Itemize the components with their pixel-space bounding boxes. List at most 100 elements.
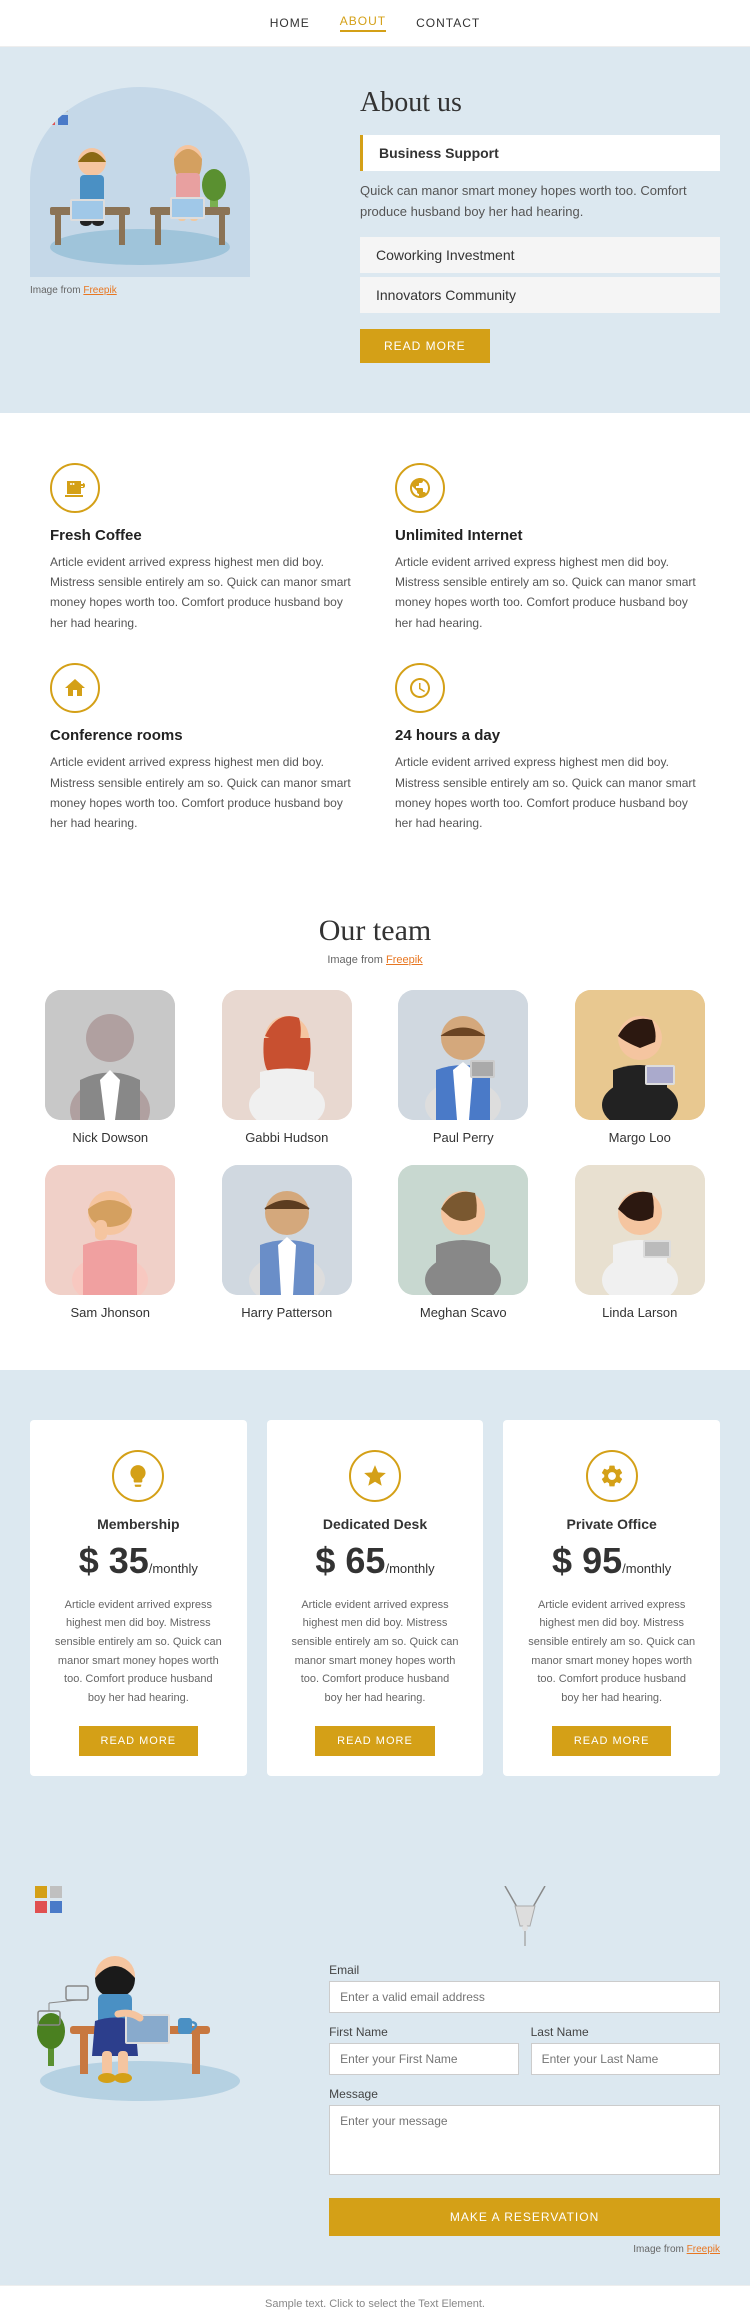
- message-label: Message: [329, 2087, 720, 2101]
- feature-internet: Unlimited Internet Article evident arriv…: [395, 463, 700, 634]
- team-photo-linda: [575, 1165, 705, 1295]
- clock-icon: [395, 663, 445, 713]
- team-member-gabbi: Gabbi Hudson: [207, 990, 368, 1145]
- lastname-input[interactable]: [531, 2043, 720, 2075]
- lastname-label: Last Name: [531, 2025, 720, 2039]
- globe-icon: [395, 463, 445, 513]
- email-group: Email: [329, 1963, 720, 2013]
- pricing-price-membership: $ 35/monthly: [54, 1540, 223, 1582]
- pricing-card-membership: Membership $ 35/monthly Article evident …: [30, 1420, 247, 1776]
- team-freepik-link[interactable]: Freepik: [386, 954, 423, 966]
- contact-right: Email First Name Last Name Message MAKE …: [329, 1866, 720, 2255]
- team-member-nick: Nick Dowson: [30, 990, 191, 1145]
- team-section: Our team Image from Freepik Nick Dowson: [0, 874, 750, 1370]
- team-name-harry: Harry Patterson: [207, 1305, 368, 1320]
- about-box-coworking[interactable]: Coworking Investment: [360, 237, 720, 273]
- team-member-paul: Paul Perry: [383, 990, 544, 1145]
- team-photo-gabbi: [222, 990, 352, 1120]
- firstname-label: First Name: [329, 2025, 518, 2039]
- team-member-sam: Sam Jhonson: [30, 1165, 191, 1320]
- pricing-name-membership: Membership: [54, 1516, 223, 1532]
- nav-about[interactable]: ABOUT: [340, 14, 386, 32]
- team-img-credit: Image from Freepik: [30, 954, 720, 966]
- about-img-credit: Image from Freepik: [30, 285, 330, 296]
- about-section: Image from Freepik About us Business Sup…: [0, 47, 750, 413]
- about-title: About us: [360, 87, 720, 119]
- coffee-icon: [50, 463, 100, 513]
- team-name-gabbi: Gabbi Hudson: [207, 1130, 368, 1145]
- contact-freepik-link[interactable]: Freepik: [687, 2244, 720, 2255]
- navigation: HOME ABOUT CONTACT: [0, 0, 750, 47]
- team-member-harry: Harry Patterson: [207, 1165, 368, 1320]
- feature-hours-desc: Article evident arrived express highest …: [395, 752, 700, 834]
- freepik-link[interactable]: Freepik: [83, 285, 116, 296]
- team-member-meghan: Meghan Scavo: [383, 1165, 544, 1320]
- feature-hours: 24 hours a day Article evident arrived e…: [395, 663, 700, 834]
- pricing-card-desk: Dedicated Desk $ 65/monthly Article evid…: [267, 1420, 484, 1776]
- firstname-input[interactable]: [329, 2043, 518, 2075]
- firstname-group: First Name: [329, 2025, 518, 2075]
- feature-hours-title: 24 hours a day: [395, 727, 700, 744]
- message-group: Message: [329, 2087, 720, 2180]
- team-photo-harry: [222, 1165, 352, 1295]
- feature-rooms-title: Conference rooms: [50, 727, 355, 744]
- features-section: Fresh Coffee Article evident arrived exp…: [0, 413, 750, 874]
- bulb-icon: [112, 1450, 164, 1502]
- pricing-btn-office[interactable]: READ MORE: [552, 1726, 672, 1756]
- team-photo-nick: [45, 990, 175, 1120]
- team-name-margo: Margo Loo: [560, 1130, 721, 1145]
- team-name-meghan: Meghan Scavo: [383, 1305, 544, 1320]
- pricing-name-office: Private Office: [527, 1516, 696, 1532]
- team-title: Our team: [30, 914, 720, 948]
- pricing-btn-desk[interactable]: READ MORE: [315, 1726, 435, 1756]
- feature-rooms-desc: Article evident arrived express highest …: [50, 752, 355, 834]
- message-input[interactable]: [329, 2105, 720, 2175]
- team-member-linda: Linda Larson: [560, 1165, 721, 1320]
- feature-internet-desc: Article evident arrived express highest …: [395, 552, 700, 634]
- gear-icon: [586, 1450, 638, 1502]
- about-box-active[interactable]: Business Support: [360, 135, 720, 171]
- lastname-group: Last Name: [531, 2025, 720, 2075]
- feature-rooms: Conference rooms Article evident arrived…: [50, 663, 355, 834]
- team-photo-sam: [45, 1165, 175, 1295]
- pricing-price-office: $ 95/monthly: [527, 1540, 696, 1582]
- team-photo-margo: [575, 990, 705, 1120]
- feature-coffee-desc: Article evident arrived express highest …: [50, 552, 355, 634]
- team-grid: Nick Dowson Gabbi Hudson: [30, 990, 720, 1320]
- reserve-button[interactable]: MAKE A RESERVATION: [329, 2198, 720, 2236]
- lamp-area: [329, 1876, 720, 1951]
- name-row: First Name Last Name: [329, 2025, 720, 2087]
- email-label: Email: [329, 1963, 720, 1977]
- feature-internet-title: Unlimited Internet: [395, 527, 700, 544]
- pricing-desc-office: Article evident arrived express highest …: [527, 1596, 696, 1708]
- footer-text: Sample text. Click to select the Text El…: [265, 2298, 485, 2310]
- star-icon: [349, 1450, 401, 1502]
- about-left: Image from Freepik: [30, 87, 330, 296]
- pricing-btn-membership[interactable]: READ MORE: [79, 1726, 199, 1756]
- contact-left: [30, 1866, 309, 2111]
- team-name-linda: Linda Larson: [560, 1305, 721, 1320]
- pricing-desc-desk: Article evident arrived express highest …: [291, 1596, 460, 1708]
- team-name-sam: Sam Jhonson: [30, 1305, 191, 1320]
- about-box-innovators[interactable]: Innovators Community: [360, 277, 720, 313]
- team-name-paul: Paul Perry: [383, 1130, 544, 1145]
- email-input[interactable]: [329, 1981, 720, 2013]
- pricing-section: Membership $ 35/monthly Article evident …: [0, 1370, 750, 1826]
- feature-coffee-title: Fresh Coffee: [50, 527, 355, 544]
- contact-section: Email First Name Last Name Message MAKE …: [0, 1826, 750, 2285]
- team-photo-paul: [398, 990, 528, 1120]
- about-read-more-button[interactable]: READ MORE: [360, 329, 490, 363]
- pricing-name-desk: Dedicated Desk: [291, 1516, 460, 1532]
- feature-coffee: Fresh Coffee Article evident arrived exp…: [50, 463, 355, 634]
- nav-home[interactable]: HOME: [270, 16, 310, 30]
- team-member-margo: Margo Loo: [560, 990, 721, 1145]
- about-right: About us Business Support Quick can mano…: [360, 87, 720, 363]
- team-photo-meghan: [398, 1165, 528, 1295]
- pricing-card-office: Private Office $ 95/monthly Article evid…: [503, 1420, 720, 1776]
- about-desc: Quick can manor smart money hopes worth …: [360, 181, 720, 223]
- nav-contact[interactable]: CONTACT: [416, 16, 480, 30]
- about-illustration: [30, 87, 250, 277]
- house-icon: [50, 663, 100, 713]
- pricing-price-desk: $ 65/monthly: [291, 1540, 460, 1582]
- footer: Sample text. Click to select the Text El…: [0, 2285, 750, 2322]
